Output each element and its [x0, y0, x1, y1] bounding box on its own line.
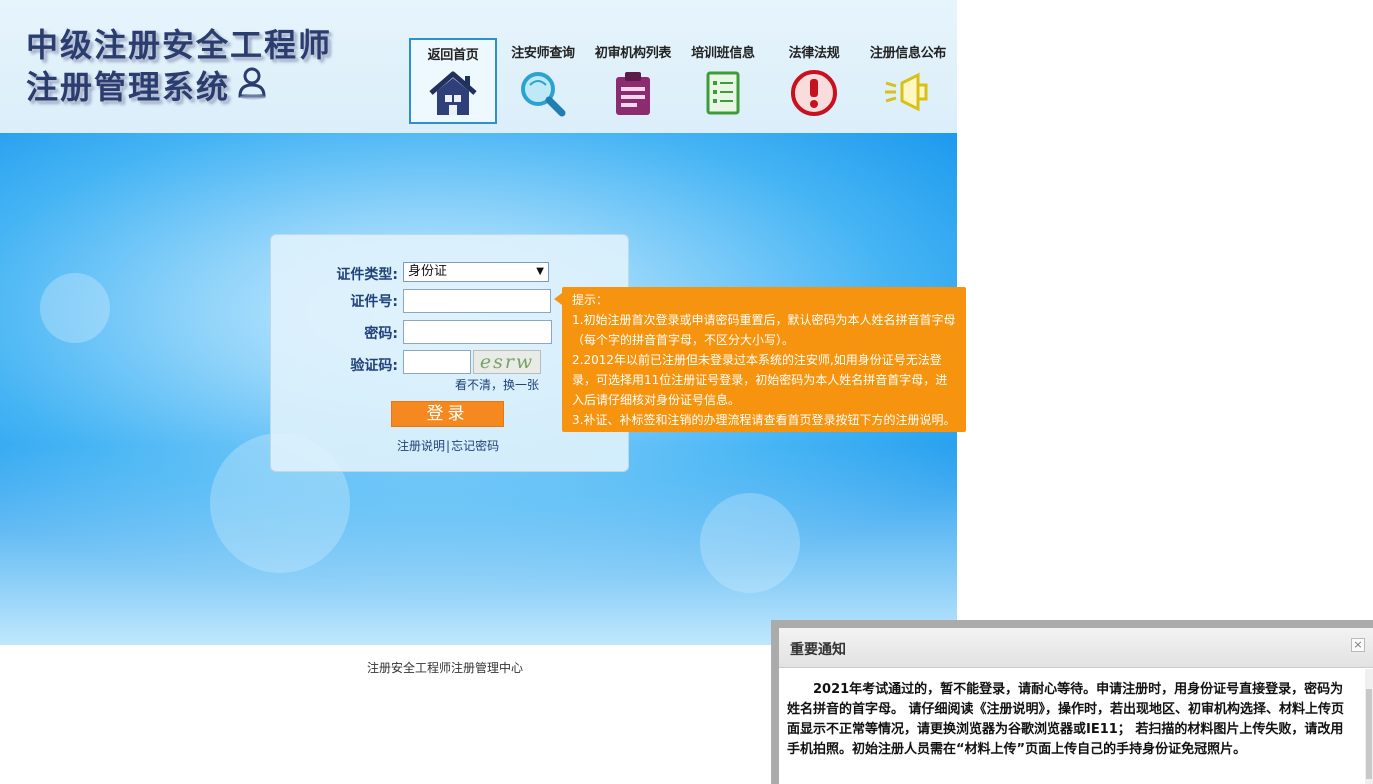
nav-home[interactable]: 返回首页	[409, 38, 497, 124]
footer-text: 注册安全工程师注册管理中心	[366, 661, 523, 675]
hero-bottom-glow	[0, 445, 957, 645]
nav-training-info-label: 培训班信息	[691, 46, 755, 61]
id-type-select[interactable]: 身份证 ▼	[403, 262, 549, 282]
notice-scrollbar[interactable]	[1365, 669, 1373, 784]
nav-home-label: 返回首页	[427, 48, 479, 63]
system-title-line2: 注册管理系统	[26, 68, 231, 106]
notice-popup-inner: 重要通知 × 2021年考试通过的，暂不能登录，请耐心等待。申请注册时，用身份证…	[779, 628, 1373, 784]
nav-registration-publication[interactable]: 注册信息公布	[864, 38, 952, 124]
register-help-link[interactable]: 注册说明	[397, 439, 445, 453]
exclamation-icon	[791, 70, 837, 116]
nav-review-institutions[interactable]: 初审机构列表	[589, 38, 677, 124]
dropdown-arrow-icon: ▼	[536, 266, 544, 277]
captcha-image[interactable]: esrw	[473, 350, 541, 374]
megaphone-icon	[885, 72, 928, 112]
nav-registration-publication-label: 注册信息公布	[869, 46, 947, 61]
forgot-password-link[interactable]: 忘记密码	[451, 439, 499, 453]
tip-line-1: 1.初始注册首次登录或申请密码重置后，默认密码为本人姓名拼音首字母（每个字的拼音…	[572, 313, 956, 347]
captcha-input[interactable]	[403, 350, 471, 374]
id-type-label: 证件类型:	[336, 267, 398, 283]
tip-line-3: 3.补证、补标签和注销的办理流程请查看首页登录按钮下方的注册说明。	[572, 413, 956, 427]
help-links: 注册说明|忘记密码	[397, 437, 499, 454]
notice-popup: 重要通知 × 2021年考试通过的，暂不能登录，请耐心等待。申请注册时，用身份证…	[771, 620, 1373, 784]
user-icon	[236, 66, 268, 104]
home-icon	[429, 71, 477, 115]
nav-training-info[interactable]: 培训班信息	[679, 38, 767, 124]
notice-scrollbar-thumb[interactable]	[1366, 689, 1372, 779]
notice-title: 重要通知	[779, 628, 1373, 668]
header: 中级注册安全工程师 注册管理系统 返回首页 注安师查询 初审机构列表 培训班信息…	[0, 0, 957, 133]
magnifier-icon	[521, 72, 566, 117]
id-number-input[interactable]	[403, 289, 551, 313]
id-type-selected-value: 身份证	[408, 264, 448, 279]
link-separator: |	[446, 439, 451, 453]
nav-review-institutions-label: 初审机构列表	[594, 46, 672, 61]
nav-practitioner-search-label: 注安师查询	[511, 46, 575, 61]
tip-title: 提示：	[572, 293, 609, 307]
clipboard-icon	[616, 72, 650, 115]
notice-body: 2021年考试通过的，暂不能登录，请耐心等待。申请注册时，用身份证号直接登录，密…	[787, 682, 1345, 757]
nav-laws-regulations[interactable]: 法律法规	[770, 38, 858, 124]
document-list-icon	[706, 71, 740, 115]
tip-line-2: 2.2012年以前已注册但未登录过本系统的注安师,如用身份证号无法登录，可选择用…	[572, 353, 948, 407]
system-title-line1: 中级注册安全工程师	[26, 26, 333, 64]
nav-practitioner-search[interactable]: 注安师查询	[499, 38, 587, 124]
decorative-bubble	[40, 273, 110, 343]
login-button[interactable]: 登录	[391, 401, 504, 427]
nav-laws-regulations-label: 法律法规	[788, 46, 840, 61]
tip-pointer	[554, 293, 562, 305]
password-label: 密码:	[364, 326, 398, 342]
close-icon[interactable]: ×	[1351, 638, 1365, 652]
captcha-refresh-link[interactable]: 看不清，换一张	[455, 376, 539, 393]
id-number-label: 证件号:	[350, 294, 398, 310]
page: 中级注册安全工程师 注册管理系统 返回首页 注安师查询 初审机构列表 培训班信息…	[0, 0, 1373, 784]
captcha-label: 验证码:	[350, 358, 398, 374]
password-input[interactable]	[403, 320, 552, 344]
login-tip-box: 提示： 1.初始注册首次登录或申请密码重置后，默认密码为本人姓名拼音首字母（每个…	[554, 287, 966, 432]
